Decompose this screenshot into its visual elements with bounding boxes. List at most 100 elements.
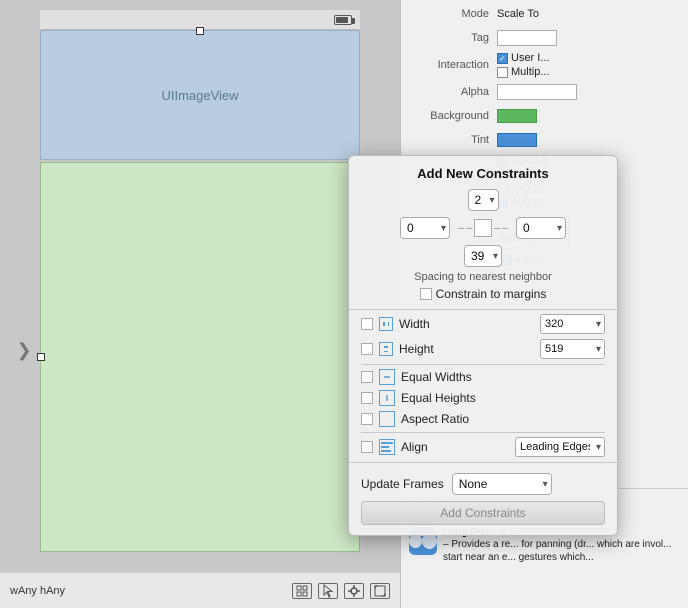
green-view[interactable]: [40, 162, 360, 552]
aspect-ratio-row: Aspect Ratio: [361, 411, 605, 427]
mode-label: Mode: [409, 8, 489, 20]
dash-right2: [502, 228, 508, 229]
align-label: Align: [401, 440, 509, 454]
aspect-ratio-label: Aspect Ratio: [401, 412, 605, 426]
tint-color[interactable]: [497, 133, 537, 147]
height-icon: [379, 342, 393, 356]
alpha-label: Alpha: [409, 86, 489, 98]
mode-value: Scale To: [497, 8, 539, 20]
equal-widths-label: Equal Widths: [401, 370, 605, 384]
width-icon: [379, 317, 393, 331]
pin-icon[interactable]: [344, 583, 364, 599]
constrain-margins-checkbox[interactable]: [420, 288, 432, 300]
height-checkbox[interactable]: [361, 343, 373, 355]
equal-heights-icon: [379, 390, 395, 406]
interaction-label: Interaction: [409, 59, 489, 71]
dash-left2: [466, 228, 472, 229]
align-row: Align Leading Edges: [361, 437, 605, 457]
bottom-icons: [292, 583, 390, 599]
add-constraints-popup: Add New Constraints 2 0: [348, 155, 618, 536]
tint-row: Tint: [409, 130, 680, 150]
equal-heights-checkbox[interactable]: [361, 392, 373, 404]
equal-heights-row: Equal Heights: [361, 390, 605, 406]
right-spacing-select[interactable]: 0: [516, 217, 566, 239]
width-value-wrapper[interactable]: 320: [540, 314, 605, 334]
separator1: [349, 309, 617, 310]
update-frames-wrapper[interactable]: None: [452, 473, 552, 495]
equal-widths-icon: [379, 369, 395, 385]
resize-icon[interactable]: [370, 583, 390, 599]
bottom-bar: wAny hAny: [0, 572, 400, 608]
add-constraints-button[interactable]: Add Constraints: [361, 501, 605, 525]
gesture-desc: – Provides a re... for panning (dr... wh…: [443, 538, 681, 564]
bottom-spacing-row: 39: [361, 245, 605, 267]
constrain-margins-row: Constrain to margins: [361, 287, 605, 301]
constraint-middle: 0 0: [361, 217, 605, 239]
background-label: Background: [409, 110, 489, 122]
dash-right: [494, 228, 500, 229]
update-frames-row: Update Frames None: [349, 467, 617, 501]
ui-image-view[interactable]: UIImageView: [40, 30, 360, 160]
align-value-select[interactable]: Leading Edges: [515, 437, 605, 457]
width-checkbox[interactable]: [361, 318, 373, 330]
multip-checkbox[interactable]: [497, 67, 508, 78]
constraint-checks: Width 320 Height 519: [349, 314, 617, 457]
battery-icon: [334, 15, 352, 25]
height-label: Height: [399, 342, 534, 356]
tag-label: Tag: [409, 32, 489, 44]
tint-label: Tint: [409, 134, 489, 146]
cursor-icon[interactable]: [318, 583, 338, 599]
separator2: [361, 364, 605, 365]
separator4: [349, 462, 617, 463]
user-interaction-check[interactable]: User I...: [497, 52, 550, 64]
width-row: Width 320: [361, 314, 605, 334]
tag-field[interactable]: [497, 30, 557, 46]
top-spacing-row: 2: [361, 189, 605, 211]
constraint-center-visual: [458, 219, 508, 237]
background-row: Background: [409, 106, 680, 126]
grid-icon[interactable]: [292, 583, 312, 599]
height-row: Height 519: [361, 339, 605, 359]
add-constraints-label: Add Constraints: [440, 506, 525, 520]
ui-image-view-label: UIImageView: [161, 88, 238, 103]
aspect-ratio-checkbox[interactable]: [361, 413, 373, 425]
top-spacing-select[interactable]: 2: [468, 189, 499, 211]
popup-title: Add New Constraints: [349, 166, 617, 181]
mode-row: Mode Scale To: [409, 4, 680, 24]
height-value-select[interactable]: 519: [540, 339, 605, 359]
multip-check[interactable]: Multip...: [497, 66, 550, 78]
user-interaction-checkbox[interactable]: [497, 53, 508, 64]
constrain-margins-label: Constrain to margins: [436, 287, 547, 301]
canvas-area: UIImageView ❯ wAny hAny: [0, 0, 400, 608]
update-frames-select[interactable]: None: [452, 473, 552, 495]
bottom-spacing-select[interactable]: 39: [464, 245, 502, 267]
main-container: UIImageView ❯ wAny hAny: [0, 0, 688, 608]
alpha-field[interactable]: [497, 84, 577, 100]
width-label: Width: [399, 317, 534, 331]
equal-heights-label: Equal Heights: [401, 391, 605, 405]
right-value-wrapper[interactable]: 0: [516, 217, 566, 239]
spacing-label: Spacing to nearest neighbor: [361, 271, 605, 283]
separator3: [361, 432, 605, 433]
aspect-ratio-icon: [379, 411, 395, 427]
size-class-label: wAny hAny: [10, 585, 65, 597]
background-color[interactable]: [497, 109, 537, 123]
equal-widths-checkbox[interactable]: [361, 371, 373, 383]
bottom-spacing-wrapper[interactable]: 39: [464, 245, 502, 267]
update-frames-label: Update Frames: [361, 477, 444, 491]
top-spacing-select-wrapper[interactable]: 2: [468, 189, 499, 211]
height-value-wrapper[interactable]: 519: [540, 339, 605, 359]
width-value-select[interactable]: 320: [540, 314, 605, 334]
align-checkbox[interactable]: [361, 441, 373, 453]
arrow-left: ❯: [12, 340, 36, 360]
interaction-row: Interaction User I... Multip...: [409, 52, 680, 78]
equal-widths-row: Equal Widths: [361, 369, 605, 385]
left-value-wrapper[interactable]: 0: [400, 217, 450, 239]
handle-left[interactable]: [37, 353, 45, 361]
center-box: [474, 219, 492, 237]
alpha-row: Alpha: [409, 82, 680, 102]
align-value-wrapper[interactable]: Leading Edges: [515, 437, 605, 457]
tag-row: Tag: [409, 28, 680, 48]
handle-top[interactable]: [196, 27, 204, 35]
left-spacing-select[interactable]: 0: [400, 217, 450, 239]
